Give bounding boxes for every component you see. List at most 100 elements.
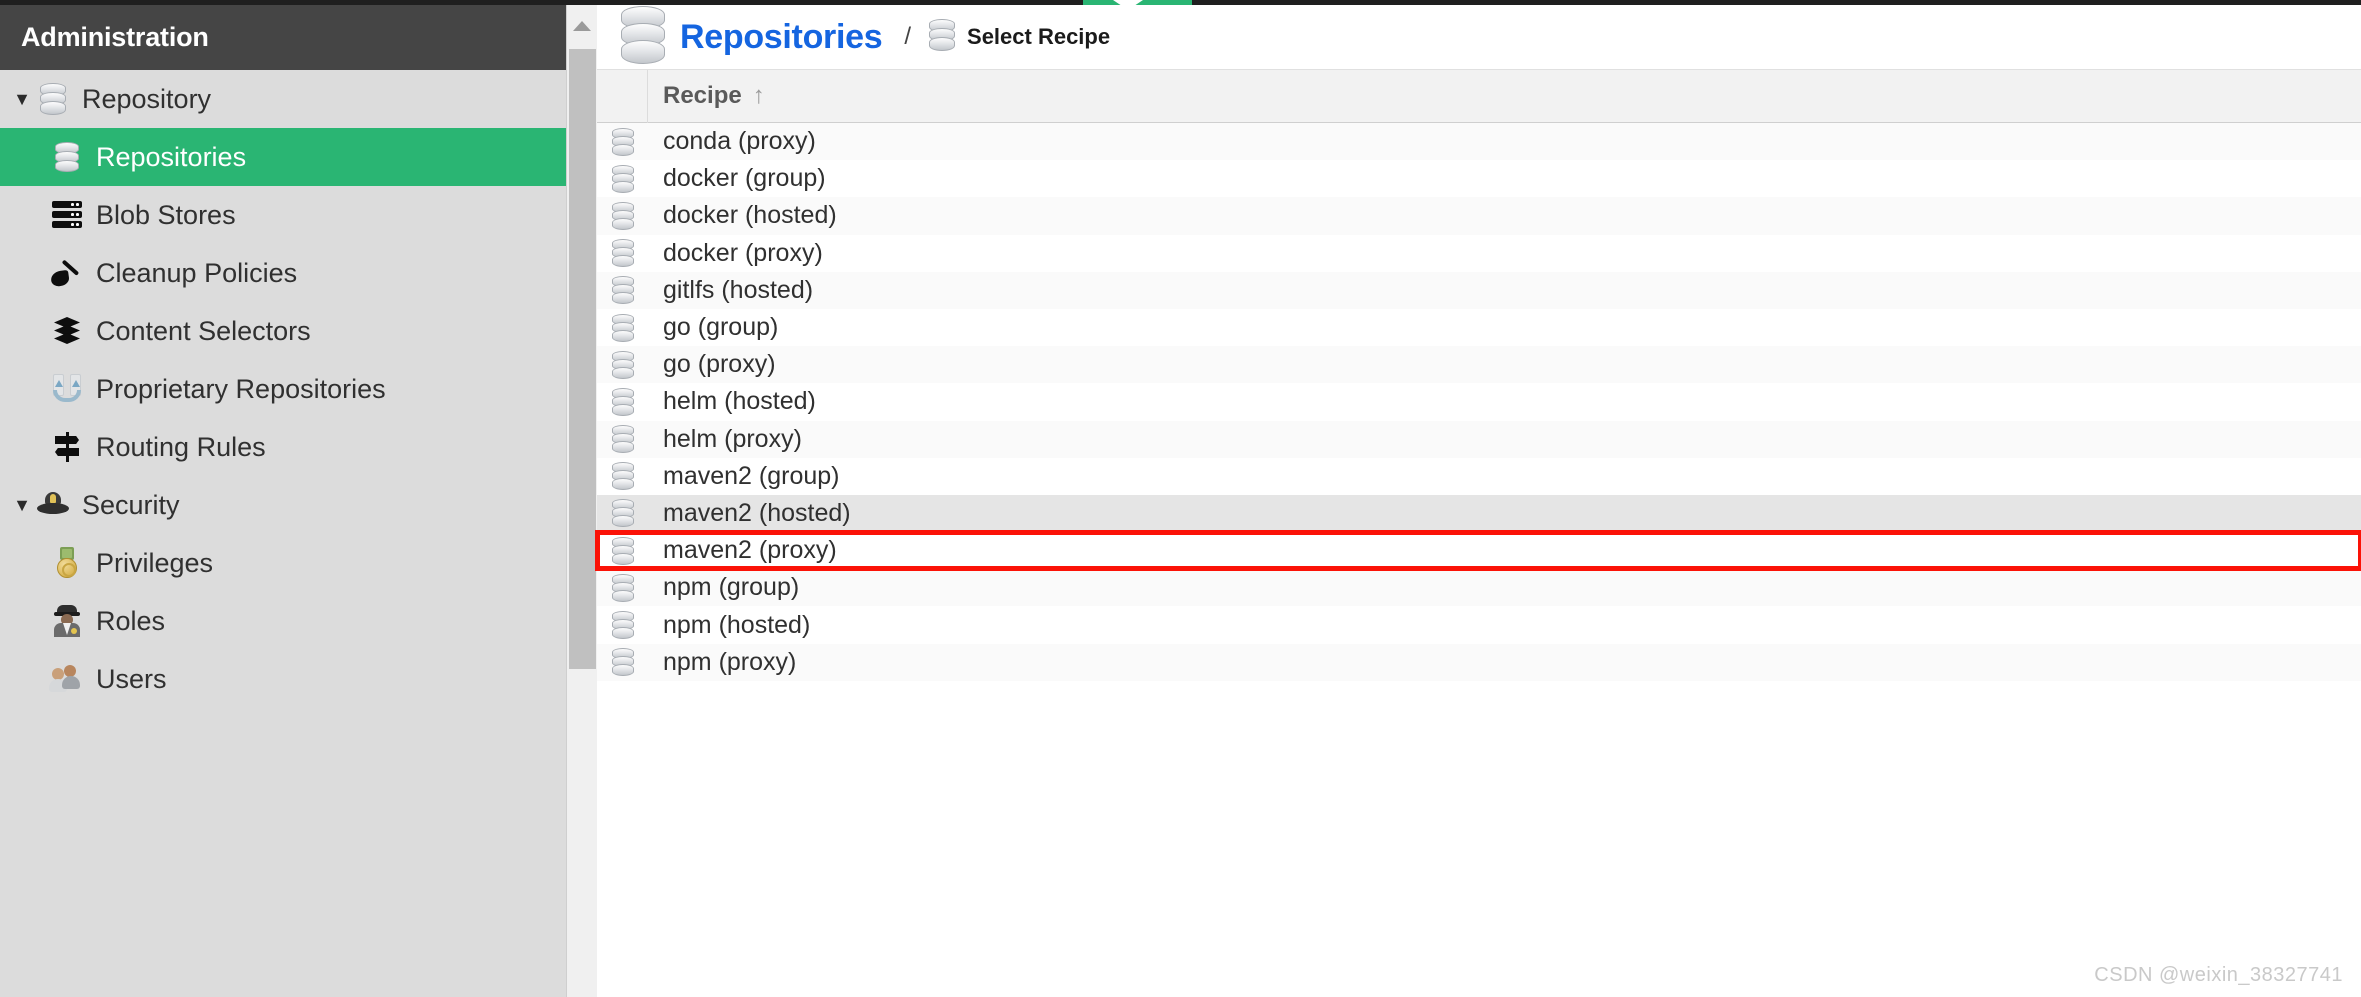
database-icon	[621, 5, 665, 69]
table-row[interactable]: helm (hosted)	[597, 383, 2361, 421]
sidebar-item-label: Blob Stores	[96, 199, 236, 230]
database-icon	[597, 313, 648, 342]
admin-title: Administration	[21, 22, 209, 52]
database-icon	[597, 648, 648, 677]
database-icon	[597, 387, 648, 416]
sidebar-item-label: Privileges	[96, 547, 214, 578]
database-icon	[597, 350, 648, 379]
column-header-label: Recipe	[663, 82, 742, 109]
security-cap-icon	[36, 488, 70, 522]
users-icon	[49, 662, 84, 696]
database-icon	[597, 425, 648, 454]
sort-ascending-icon[interactable]: ↑	[753, 84, 765, 108]
admin-sidebar: Administration ▼ Repository Repositories	[0, 5, 597, 997]
recipe-label: npm (group)	[663, 573, 800, 602]
database-icon	[597, 462, 648, 491]
table-row[interactable]: npm (group)	[597, 569, 2361, 607]
table-row[interactable]: docker (hosted)	[597, 197, 2361, 235]
sidebar-item-content-selectors[interactable]: Content Selectors	[0, 302, 566, 360]
table-header-icon-column	[597, 69, 648, 123]
database-icon	[597, 164, 648, 193]
roles-icon	[50, 604, 84, 638]
sidebar-item-routing-rules[interactable]: Routing Rules	[0, 418, 566, 476]
sidebar-item-label: Repositories	[96, 141, 247, 172]
recipe-label: go (proxy)	[663, 350, 776, 379]
recipe-label: go (group)	[663, 313, 779, 342]
medal-icon	[50, 546, 84, 580]
chevron-down-icon[interactable]: ▼	[8, 496, 36, 514]
table-row[interactable]: go (proxy)	[597, 346, 2361, 384]
sidebar-item-blob-stores[interactable]: Blob Stores	[0, 186, 566, 244]
sidebar-item-roles[interactable]: Roles	[0, 592, 566, 650]
scroll-up-arrow-icon[interactable]	[567, 5, 597, 46]
recipe-label: docker (group)	[663, 164, 826, 193]
database-icon	[597, 239, 648, 268]
database-icon	[597, 201, 648, 230]
recipe-table: Recipe ↑ conda (proxy) docker (group) dock…	[595, 69, 2361, 681]
table-row[interactable]: maven2 (hosted)	[597, 494, 2361, 533]
sidebar-item-label: Security	[82, 489, 180, 520]
sidebar-item-repositories[interactable]: Repositories	[0, 128, 566, 186]
sidebar-nav-list: ▼ Repository Repositories Blob Stores Cl…	[0, 70, 566, 997]
table-row[interactable]: conda (proxy)	[597, 123, 2361, 161]
watermark-text: CSDN @weixin_38327741	[2094, 964, 2343, 986]
database-icon	[597, 127, 648, 156]
table-body: conda (proxy) docker (group) docker (hoste…	[595, 123, 2361, 681]
recipe-label: helm (hosted)	[663, 387, 816, 416]
table-header-row: Recipe ↑	[597, 69, 2361, 123]
table-row[interactable]: gitlfs (hosted)	[597, 271, 2361, 309]
sidebar-scrollbar[interactable]	[566, 5, 597, 997]
database-icon	[597, 573, 648, 602]
table-row[interactable]: go (group)	[597, 308, 2361, 347]
breadcrumb-current-label: Select Recipe	[967, 24, 1111, 49]
table-row[interactable]: helm (proxy)	[597, 420, 2361, 458]
table-row[interactable]: docker (proxy)	[597, 234, 2361, 272]
database-icon	[597, 499, 648, 528]
app-root: Administration ▼ Repository Repositories	[0, 0, 2361, 997]
sidebar-item-security[interactable]: ▼ Security	[0, 476, 566, 534]
sidebar-item-label: Repository	[82, 83, 212, 114]
recipe-label: maven2 (hosted)	[663, 498, 851, 527]
breadcrumb-root[interactable]: Repositories	[621, 5, 883, 69]
recipe-label: maven2 (group)	[663, 461, 840, 490]
layers-icon	[50, 314, 84, 348]
recipe-label: docker (hosted)	[663, 201, 837, 230]
sidebar-item-proprietary-repositories[interactable]: Proprietary Repositories	[0, 360, 566, 418]
table-row[interactable]: docker (group)	[597, 160, 2361, 198]
sidebar-item-label: Roles	[96, 605, 166, 636]
sidebar-item-label: Content Selectors	[96, 315, 311, 346]
recipe-label: gitlfs (hosted)	[663, 275, 814, 304]
recipe-label: conda (proxy)	[663, 127, 816, 156]
sidebar-item-repository[interactable]: ▼ Repository	[0, 70, 566, 128]
breadcrumb-current: Select Recipe	[929, 18, 1111, 56]
sidebar-item-privileges[interactable]: Privileges	[0, 534, 566, 592]
database-icon	[929, 18, 956, 56]
chevron-down-icon[interactable]: ▼	[8, 90, 36, 108]
sidebar-item-label: Routing Rules	[96, 431, 266, 462]
sidebar-item-label: Users	[96, 663, 167, 694]
database-icon	[597, 276, 648, 305]
signpost-icon	[50, 430, 84, 464]
table-row[interactable]: maven2 (proxy)	[595, 530, 2361, 572]
sidebar-item-users[interactable]: Users	[0, 650, 566, 708]
database-icon	[597, 611, 648, 640]
table-row[interactable]: maven2 (group)	[597, 457, 2361, 495]
breadcrumb: Repositories / Select Recipe	[597, 5, 2361, 69]
recipe-label: maven2 (proxy)	[663, 536, 837, 565]
sidebar-item-cleanup-policies[interactable]: Cleanup Policies	[0, 244, 566, 302]
scrollbar-thumb[interactable]	[569, 49, 596, 669]
breadcrumb-separator: /	[904, 23, 912, 50]
broom-icon	[50, 256, 84, 290]
admin-header: Administration	[0, 5, 566, 70]
recipe-label: npm (hosted)	[663, 610, 811, 639]
table-header-recipe-column[interactable]: Recipe ↑	[648, 82, 2361, 110]
database-icon	[597, 536, 648, 565]
table-row[interactable]: npm (hosted)	[597, 606, 2361, 644]
sidebar-item-label: Cleanup Policies	[96, 257, 298, 288]
recipe-label: npm (proxy)	[663, 647, 797, 676]
breadcrumb-root-label: Repositories	[680, 17, 883, 56]
main-content: Repositories / Select Recipe Recipe ↑ co…	[595, 5, 2361, 997]
recipe-label: helm (proxy)	[663, 424, 802, 453]
proprietary-icon	[50, 372, 84, 406]
table-row[interactable]: npm (proxy)	[597, 643, 2361, 681]
